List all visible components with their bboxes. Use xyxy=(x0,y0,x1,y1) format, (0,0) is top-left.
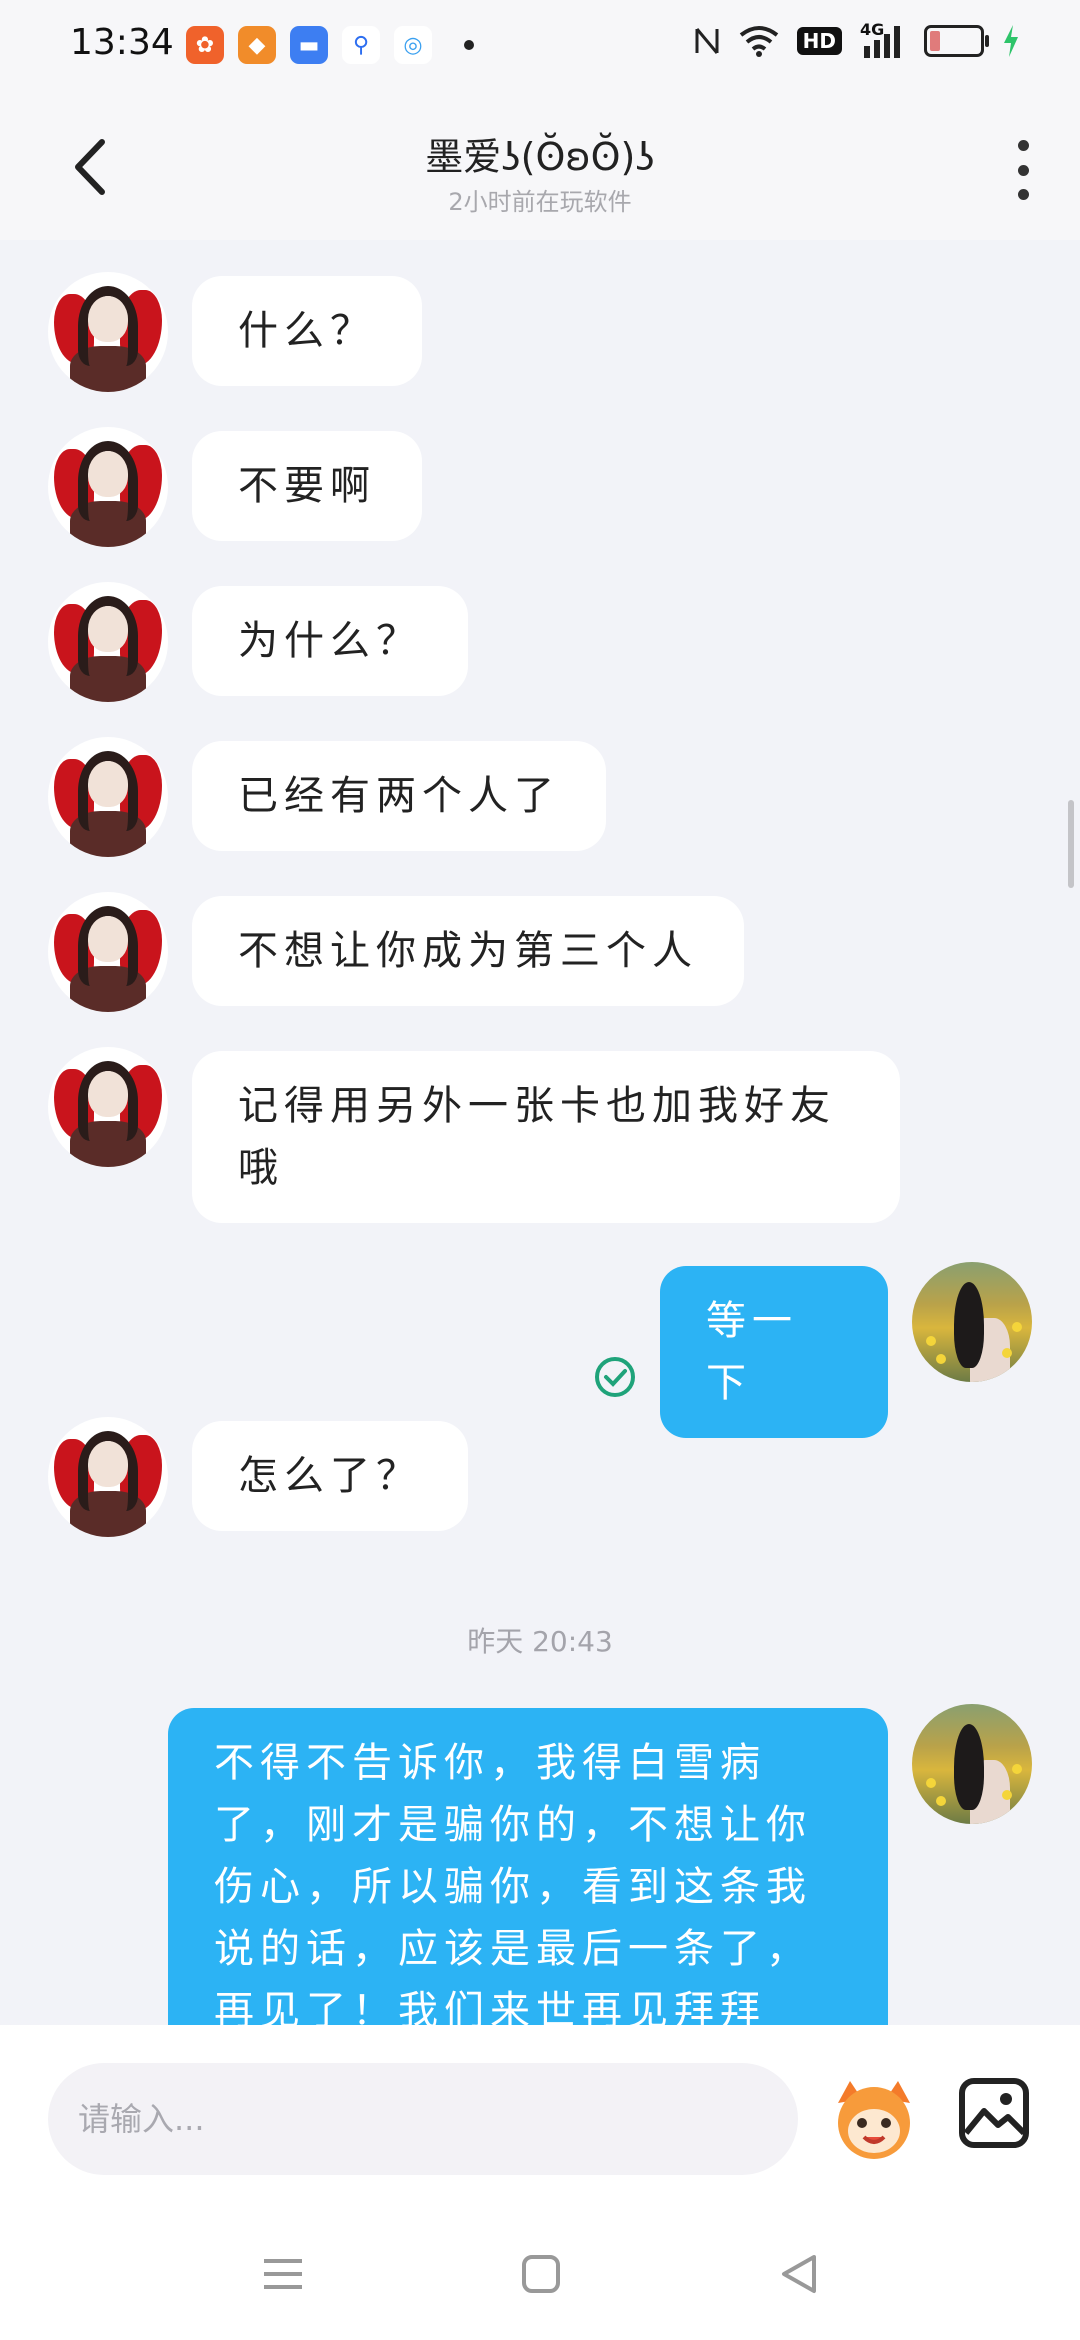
contact-avatar[interactable] xyxy=(48,737,168,857)
contact-avatar[interactable] xyxy=(48,427,168,547)
message-bubble[interactable]: 已经有两个人了 xyxy=(192,741,606,851)
system-nav-bar xyxy=(0,2215,1080,2340)
wifi-icon xyxy=(739,26,778,57)
message-bubble[interactable]: 什么？ xyxy=(192,276,422,386)
message-bubble[interactable]: 为什么？ xyxy=(192,586,468,696)
message-bubble[interactable]: 怎么了？ xyxy=(192,1421,468,1531)
status-time: 13:34 xyxy=(70,22,174,63)
battery-icon xyxy=(924,25,989,57)
time-separator: 昨天 20:43 xyxy=(467,1625,613,1658)
notification-icons: ✿ ◆ ▬ ⚲ ◎ xyxy=(186,26,474,64)
my-avatar[interactable] xyxy=(912,1262,1032,1382)
message-bubble[interactable]: 不得不告诉你，我得白雪病了，刚才是骗你的，不想让你伤心，所以骗你，看到这条我说的… xyxy=(168,1708,888,2025)
chat-header: 墨爱ʖ(ʘ̆ʚʘ̆)ʖ 2小时前在玩软件 xyxy=(0,96,1080,240)
contact-avatar[interactable] xyxy=(48,582,168,702)
emoji-sticker-icon[interactable] xyxy=(828,2073,920,2165)
message-bubble[interactable]: 记得用另外一张卡也加我好友哦 xyxy=(192,1051,900,1223)
back-nav-icon[interactable] xyxy=(774,2249,824,2299)
more-options-icon[interactable] xyxy=(1008,140,1038,200)
search-app-icon: ⚲ xyxy=(342,26,380,64)
more-notifications-dot xyxy=(464,40,474,50)
app-notification-icon: ◆ xyxy=(238,26,276,64)
menu-nav-icon[interactable] xyxy=(258,2249,308,2299)
my-avatar[interactable] xyxy=(912,1704,1032,1824)
app-notification-icon: ✿ xyxy=(186,26,224,64)
contact-avatar[interactable] xyxy=(48,1417,168,1537)
scrollbar[interactable] xyxy=(1068,800,1074,888)
image-picker-icon[interactable] xyxy=(958,2077,1030,2149)
message-bubble[interactable]: 等一下 xyxy=(660,1266,888,1438)
contact-avatar[interactable] xyxy=(48,272,168,392)
contact-name: 墨爱ʖ(ʘ̆ʚʘ̆)ʖ xyxy=(425,135,655,179)
message-input[interactable] xyxy=(48,2063,798,2175)
read-check-icon xyxy=(595,1357,635,1397)
message-bubble[interactable]: 不想让你成为第三个人 xyxy=(192,896,744,1006)
contact-avatar[interactable] xyxy=(48,1047,168,1167)
wallet-icon: ▬ xyxy=(290,26,328,64)
message-bubble[interactable]: 不要啊 xyxy=(192,431,422,541)
signal-icon: 4G xyxy=(860,20,906,58)
charging-icon xyxy=(1004,25,1018,57)
nfc-icon xyxy=(695,28,719,54)
input-bar xyxy=(0,2025,1080,2215)
message-list[interactable]: 什么？ 不要啊 为什么？ 已经有两个人了 不想让你成为第三个人 记得用另外一张卡… xyxy=(0,240,1080,2025)
browser-app-icon: ◎ xyxy=(394,26,432,64)
contact-avatar[interactable] xyxy=(48,892,168,1012)
system-icons: HD 4G xyxy=(693,20,1020,58)
home-nav-icon[interactable] xyxy=(516,2249,566,2299)
network-type: 4G xyxy=(860,20,885,39)
contact-status: 2小时前在玩软件 xyxy=(448,188,632,216)
status-bar: 13:34 ✿ ◆ ▬ ⚲ ◎ HD 4G xyxy=(0,0,1080,96)
hd-icon: HD xyxy=(796,27,842,55)
